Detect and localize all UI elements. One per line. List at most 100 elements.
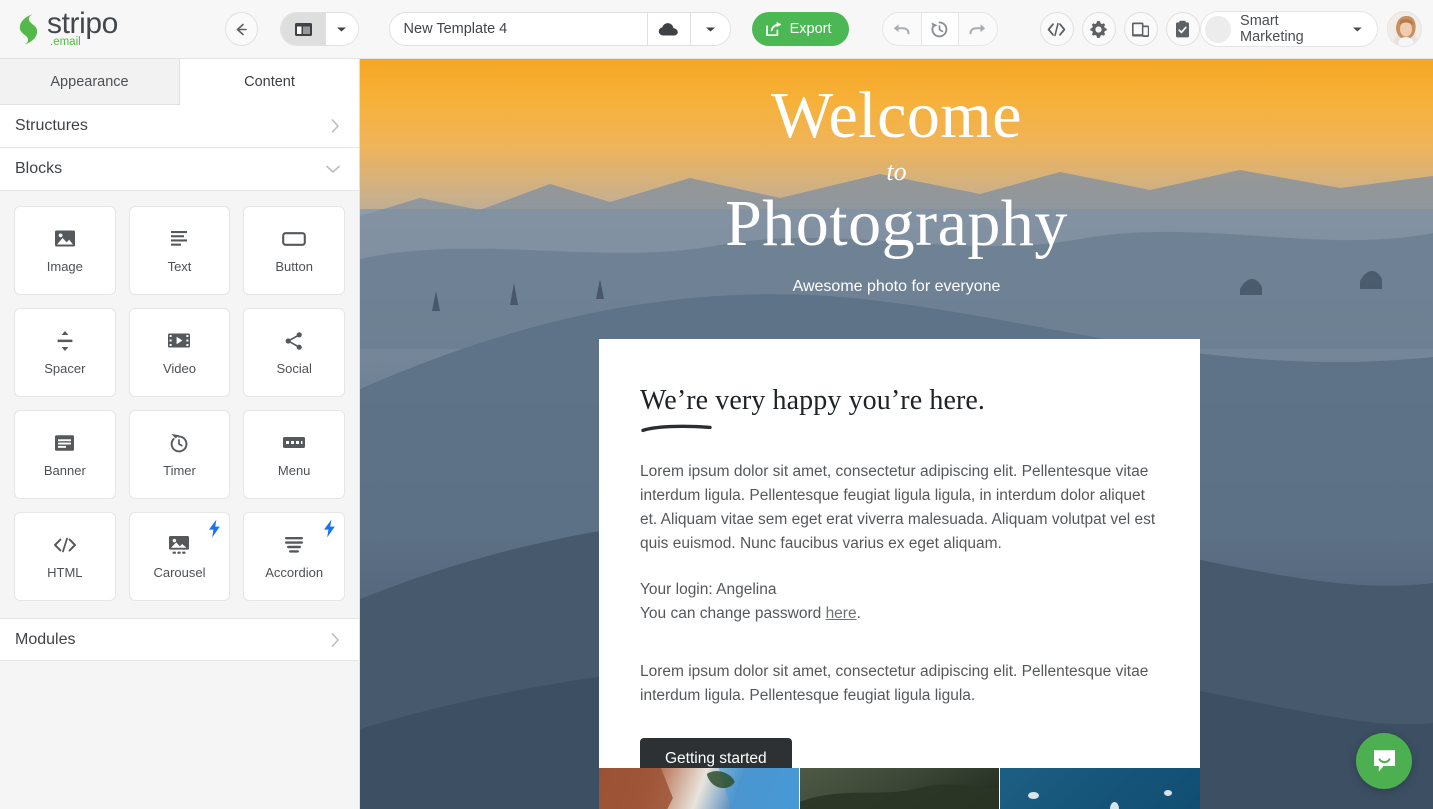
block-html[interactable]: HTML: [14, 512, 116, 601]
change-password-link[interactable]: here: [826, 605, 857, 622]
image-thumbnail-row: [599, 768, 1200, 809]
blocks-panel-bottom-gap: [0, 601, 359, 618]
block-timer[interactable]: Timer: [129, 410, 231, 499]
sidebar-section-blocks[interactable]: Blocks: [0, 148, 359, 191]
block-menu-label: Menu: [278, 463, 311, 478]
chevron-right-icon: [330, 118, 341, 134]
block-image-label: Image: [47, 259, 83, 274]
code-view-button[interactable]: [1040, 12, 1074, 46]
sidebar-tabs: Appearance Content: [0, 59, 359, 105]
chat-support-button[interactable]: [1356, 733, 1412, 789]
spacer-icon: [56, 330, 74, 352]
workspace-avatar: [1205, 16, 1231, 43]
email-canvas[interactable]: Welcome to Photography Awesome photo for…: [360, 59, 1433, 809]
history-clock-icon: [930, 20, 949, 39]
thumbnail-canyon-sky[interactable]: [599, 768, 799, 809]
block-spacer[interactable]: Spacer: [14, 308, 116, 397]
hero-subtitle: Awesome photo for everyone: [793, 278, 1001, 296]
sidebar-section-modules[interactable]: Modules: [0, 618, 359, 661]
code-brackets-icon: [1047, 22, 1066, 37]
block-spacer-label: Spacer: [44, 361, 85, 376]
app-logo[interactable]: stripo .email: [0, 9, 225, 49]
block-button-label: Button: [275, 259, 313, 274]
block-text-label: Text: [168, 259, 192, 274]
block-button[interactable]: Button: [243, 206, 345, 295]
logo-text: stripo .email: [47, 9, 118, 49]
top-toolbar: stripo .email: [0, 0, 1433, 59]
block-banner-label: Banner: [44, 463, 86, 478]
heading-underline-stroke: [641, 420, 1159, 438]
thumbnail-blue-water[interactable]: [1000, 768, 1200, 809]
block-carousel-label: Carousel: [153, 565, 205, 580]
video-icon: [167, 330, 191, 352]
card-paragraph-2: Lorem ipsum dolor sit amet, consectetur …: [640, 660, 1159, 708]
stripo-logo-icon: [14, 12, 44, 46]
block-accordion-label: Accordion: [265, 565, 323, 580]
hero-line-3: Photography: [725, 191, 1068, 257]
blocks-panel: Image Text Button: [0, 191, 359, 601]
settings-button[interactable]: [1082, 12, 1116, 46]
block-social-label: Social: [276, 361, 311, 376]
foam-shape: [1110, 802, 1119, 809]
block-menu[interactable]: Menu: [243, 410, 345, 499]
redo-arrow-icon: [968, 21, 987, 37]
panel-layout-icon: [294, 21, 313, 38]
block-banner[interactable]: Banner: [14, 410, 116, 499]
menu-icon: [282, 432, 306, 454]
tab-appearance[interactable]: Appearance: [0, 59, 180, 105]
section-blocks-label: Blocks: [15, 160, 325, 178]
email-content-card[interactable]: We’re very happy you’re here. Lorem ipsu…: [599, 339, 1200, 809]
block-timer-label: Timer: [163, 463, 196, 478]
image-icon: [54, 228, 76, 250]
view-mode-dropdown[interactable]: [325, 13, 357, 45]
hero-line-2: to: [886, 159, 906, 185]
export-button[interactable]: Export: [752, 12, 849, 46]
accordion-icon: [283, 534, 305, 556]
view-mode-toggle: [280, 12, 358, 46]
block-carousel[interactable]: Carousel: [129, 512, 231, 601]
share-icon: [284, 330, 304, 352]
device-preview-button[interactable]: [1124, 12, 1158, 46]
chat-bubble-icon: [1371, 748, 1398, 775]
undo-button[interactable]: [883, 13, 921, 45]
export-share-icon: [765, 21, 783, 37]
template-name-input[interactable]: [390, 13, 647, 45]
back-button[interactable]: [225, 12, 258, 46]
chevron-down-icon: [1352, 26, 1363, 33]
block-image[interactable]: Image: [14, 206, 116, 295]
clipboard-button[interactable]: [1166, 12, 1200, 46]
arrow-left-icon: [233, 21, 250, 38]
tab-content-label: Content: [244, 74, 295, 90]
history-button[interactable]: [921, 13, 959, 45]
undo-arrow-icon: [892, 21, 911, 37]
redo-button[interactable]: [959, 13, 997, 45]
chevron-down-icon: [705, 26, 716, 33]
gear-icon: [1089, 20, 1108, 39]
template-name-group: [389, 12, 731, 46]
user-avatar[interactable]: [1387, 11, 1422, 47]
block-video[interactable]: Video: [129, 308, 231, 397]
card-login-line: Your login: Angelina: [640, 578, 1159, 602]
thumbnail-forest-mountain[interactable]: [800, 768, 1000, 809]
foam-shape: [1028, 792, 1039, 799]
save-to-cloud-button[interactable]: [647, 13, 690, 45]
history-controls: [882, 12, 998, 46]
workspace-selector[interactable]: Smart Marketing: [1200, 11, 1378, 47]
tab-content[interactable]: Content: [180, 59, 359, 105]
timer-icon: [169, 432, 189, 454]
logo-name: stripo: [47, 9, 118, 39]
sidebar-section-structures[interactable]: Structures: [0, 105, 359, 148]
chevron-down-icon: [336, 26, 347, 33]
block-accordion[interactable]: Accordion: [243, 512, 345, 601]
left-sidebar: Appearance Content Structures Blocks: [0, 59, 360, 809]
block-social[interactable]: Social: [243, 308, 345, 397]
hero-line-1: Welcome: [771, 83, 1022, 149]
sidebar-empty-area: [0, 661, 359, 809]
amp-badge-icon: [208, 519, 221, 543]
panel-layout-button[interactable]: [281, 13, 325, 45]
workspace-name: Smart Marketing: [1240, 13, 1343, 45]
banner-icon: [54, 432, 75, 454]
amp-badge-icon: [323, 519, 336, 543]
save-options-dropdown[interactable]: [690, 13, 730, 45]
block-text[interactable]: Text: [129, 206, 231, 295]
